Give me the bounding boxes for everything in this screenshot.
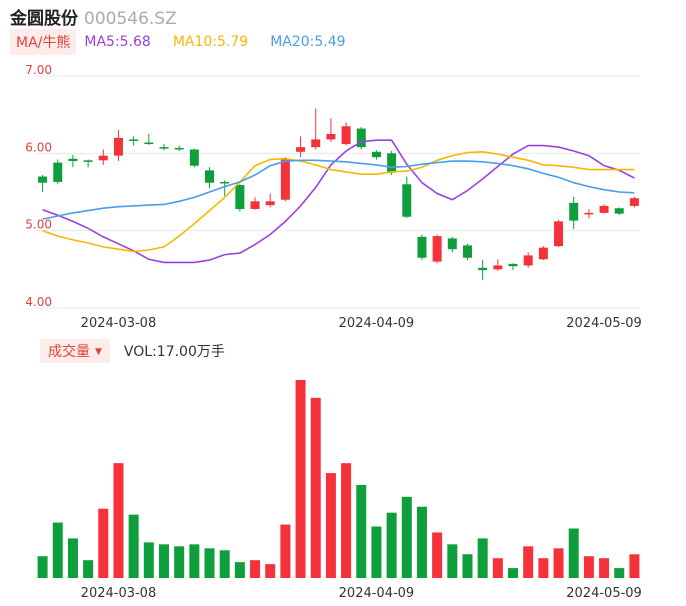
price-tick-label: 7.00: [25, 63, 52, 77]
candle-body: [326, 134, 336, 140]
volume-bar: [158, 544, 169, 578]
candle-body: [113, 137, 123, 156]
candle-body: [614, 208, 624, 214]
candle-body: [508, 263, 518, 267]
price-date-label: 2024-05-09: [566, 316, 642, 331]
volume-bar: [341, 463, 352, 578]
candle-body: [38, 176, 48, 183]
candle-body: [189, 149, 199, 166]
candle-body: [417, 236, 427, 258]
candle-body: [280, 158, 290, 200]
volume-bar: [386, 512, 397, 578]
candle-body: [554, 221, 564, 247]
volume-bar: [508, 568, 519, 578]
volume-date-label: 2024-04-09: [339, 586, 415, 601]
candle-body: [265, 201, 275, 206]
price-tick-label: 6.00: [25, 140, 52, 154]
volume-bar: [143, 542, 154, 578]
volume-bar: [83, 560, 94, 578]
volume-bar: [310, 397, 321, 578]
price-date-label: 2024-04-09: [339, 316, 415, 331]
candle-body: [98, 155, 108, 161]
candle-body: [432, 236, 442, 262]
volume-bar: [189, 544, 200, 578]
volume-bar: [204, 548, 215, 578]
volume-date-label: 2024-05-09: [566, 586, 642, 601]
candle-body: [68, 158, 78, 162]
candle-body: [83, 160, 93, 162]
candle-body: [629, 198, 639, 206]
volume-bar: [113, 463, 124, 578]
candle-body: [402, 184, 412, 217]
volume-bar: [538, 558, 549, 578]
volume-bar: [614, 568, 625, 578]
volume-bar: [477, 538, 488, 578]
candle-body: [250, 201, 260, 210]
price-tick-label: 4.00: [25, 295, 52, 309]
candle-body: [159, 147, 169, 149]
candle-body: [387, 153, 397, 173]
volume-bar: [295, 380, 306, 578]
candle-body: [493, 265, 503, 270]
volume-bar: [280, 524, 291, 578]
candle-body: [538, 247, 548, 260]
volume-bar: [174, 546, 185, 578]
chart-canvas[interactable]: 7.00 6.00 5.00 4.00 2024-03-08 2024-04-09 2024…: [0, 0, 686, 606]
candle-body: [478, 267, 488, 271]
volume-bar: [432, 532, 443, 578]
price-tick-label: 5.00: [25, 218, 52, 232]
volume-bar: [629, 554, 640, 578]
candle-body: [53, 162, 63, 182]
volume-bar: [599, 558, 610, 578]
candle-body: [584, 212, 594, 215]
candle-body: [311, 139, 321, 148]
candle-body: [599, 205, 609, 213]
volume-bar: [492, 558, 503, 578]
candle-body: [205, 170, 215, 183]
volume-bar: [234, 562, 245, 578]
ma10-line: [42, 150, 635, 253]
volume-bar: [265, 564, 276, 578]
volume-bar: [447, 544, 458, 578]
ma20-line: [42, 159, 635, 220]
volume-bar: [67, 538, 78, 578]
candle-body: [220, 181, 230, 184]
volume-bar: [416, 506, 427, 578]
volume-bar: [37, 556, 48, 578]
price-date-label: 2024-03-08: [81, 316, 157, 331]
volume-bar: [462, 554, 473, 578]
candle-body: [569, 202, 579, 221]
candle-body: [296, 147, 306, 152]
candle-body: [235, 185, 245, 210]
ma5-line: [42, 139, 635, 264]
candle-body: [523, 255, 533, 266]
volume-bar: [52, 522, 63, 578]
volume-bar: [371, 526, 382, 578]
candle-body: [462, 245, 472, 258]
volume-bar: [325, 473, 336, 578]
volume-bar: [568, 528, 579, 578]
volume-bar: [356, 484, 367, 578]
volume-bar: [523, 546, 534, 578]
candle-body: [129, 139, 139, 141]
candle-body: [174, 147, 184, 150]
candle-body: [371, 151, 381, 158]
candle-body: [144, 142, 154, 145]
candle-body: [447, 238, 457, 250]
volume-bar: [128, 514, 139, 578]
volume-bar: [401, 496, 412, 578]
volume-date-label: 2024-03-08: [81, 586, 157, 601]
volume-bar: [219, 550, 230, 578]
candle-body: [341, 126, 351, 145]
volume-bar: [583, 556, 594, 578]
volume-bar: [98, 508, 109, 578]
volume-bar: [250, 560, 261, 578]
volume-bar: [553, 548, 564, 578]
